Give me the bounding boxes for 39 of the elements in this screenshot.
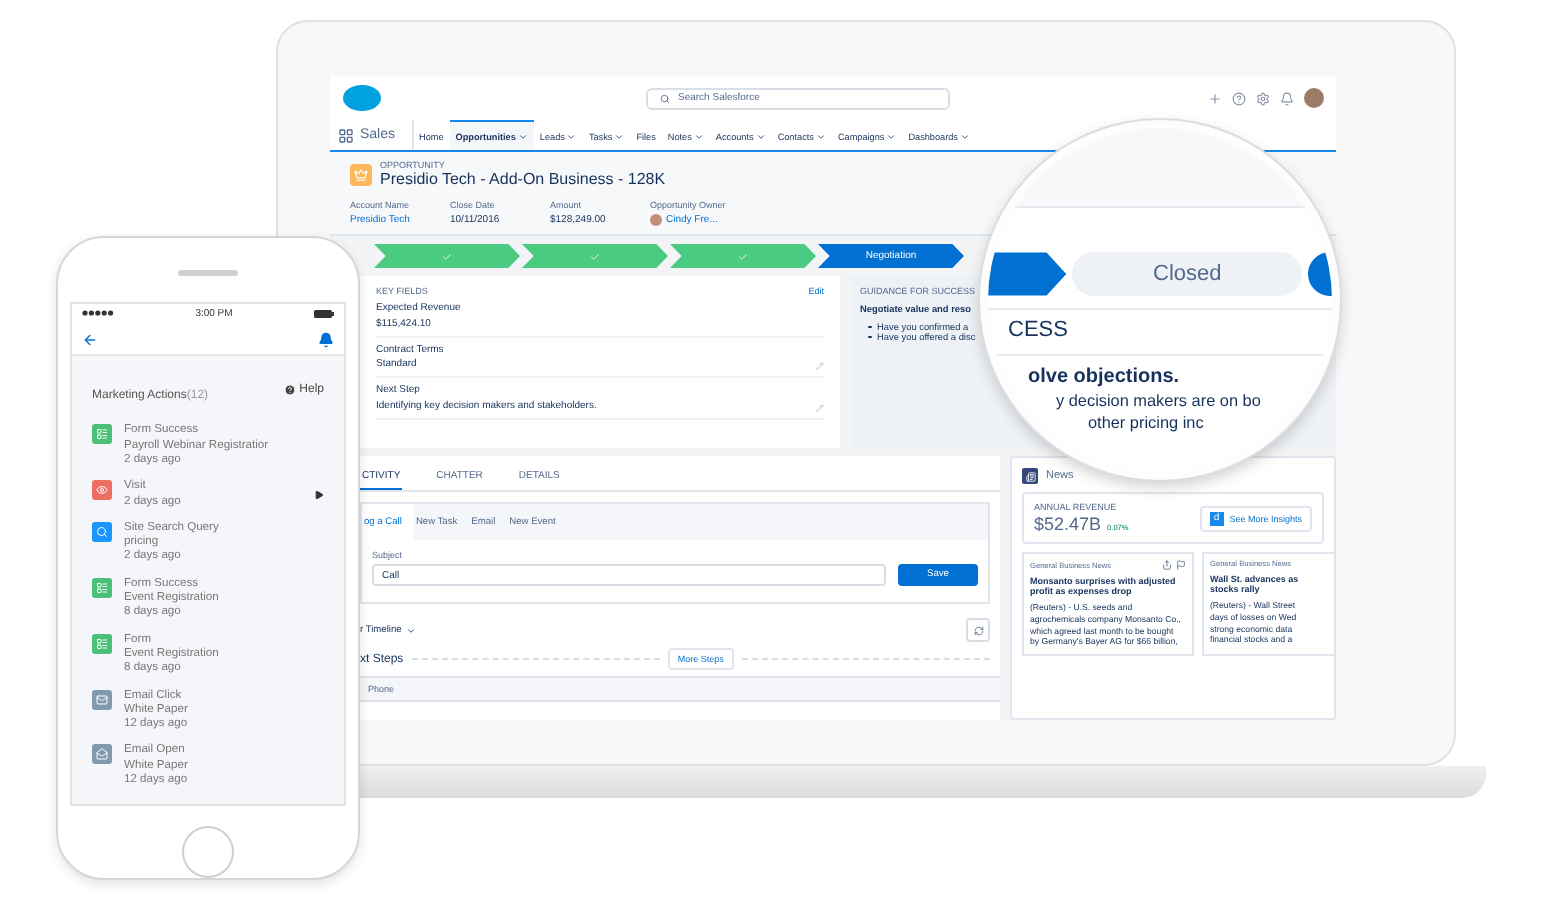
path-step-edge xyxy=(1308,252,1332,296)
chevron-icon[interactable] xyxy=(815,131,826,141)
path-step-chevron xyxy=(988,252,1067,296)
check-icon xyxy=(738,251,748,261)
news-article[interactable] xyxy=(1022,552,1194,657)
guidance-text: olve objections. xyxy=(1028,366,1182,388)
bell-icon[interactable] xyxy=(318,331,334,348)
bell-icon[interactable] xyxy=(1280,91,1294,105)
caret-icon[interactable] xyxy=(314,490,324,501)
chevron-icon[interactable] xyxy=(959,131,970,141)
signal-icon xyxy=(82,310,114,317)
settings-icon[interactable] xyxy=(1256,91,1270,105)
flag-icon[interactable] xyxy=(1176,560,1186,570)
revenue-value: $52.47B xyxy=(1034,514,1102,534)
record-title: Presidio Tech - Add-On Business - 128K xyxy=(380,170,666,188)
back-icon[interactable] xyxy=(82,331,98,348)
refresh-icon xyxy=(973,625,983,635)
cloud-logo-icon xyxy=(342,84,382,112)
guidance-text: y decision makers are on bo xyxy=(1056,392,1263,410)
check-icon xyxy=(442,251,452,261)
chevron-icon[interactable] xyxy=(693,131,704,141)
share-icon[interactable] xyxy=(1162,560,1172,570)
chevron-icon[interactable] xyxy=(566,131,577,141)
battery-icon xyxy=(314,309,334,318)
check-icon xyxy=(590,251,600,261)
path-step[interactable]: Closed xyxy=(1072,252,1303,296)
chevron-icon[interactable] xyxy=(886,131,897,141)
panel-heading: CESS xyxy=(1008,318,1070,342)
avatar[interactable] xyxy=(1304,88,1324,108)
chevron-icon[interactable] xyxy=(755,131,766,141)
app-launcher-icon[interactable] xyxy=(338,127,354,143)
guidance-text: other pricing inc xyxy=(1088,414,1206,432)
chevron-icon[interactable] xyxy=(405,625,416,635)
chevron-icon[interactable] xyxy=(517,131,528,141)
avatar xyxy=(650,214,662,226)
speaker-slot xyxy=(178,270,238,276)
chevron-icon[interactable] xyxy=(614,131,625,141)
refresh-button[interactable] xyxy=(966,618,990,642)
search-icon xyxy=(660,93,670,103)
